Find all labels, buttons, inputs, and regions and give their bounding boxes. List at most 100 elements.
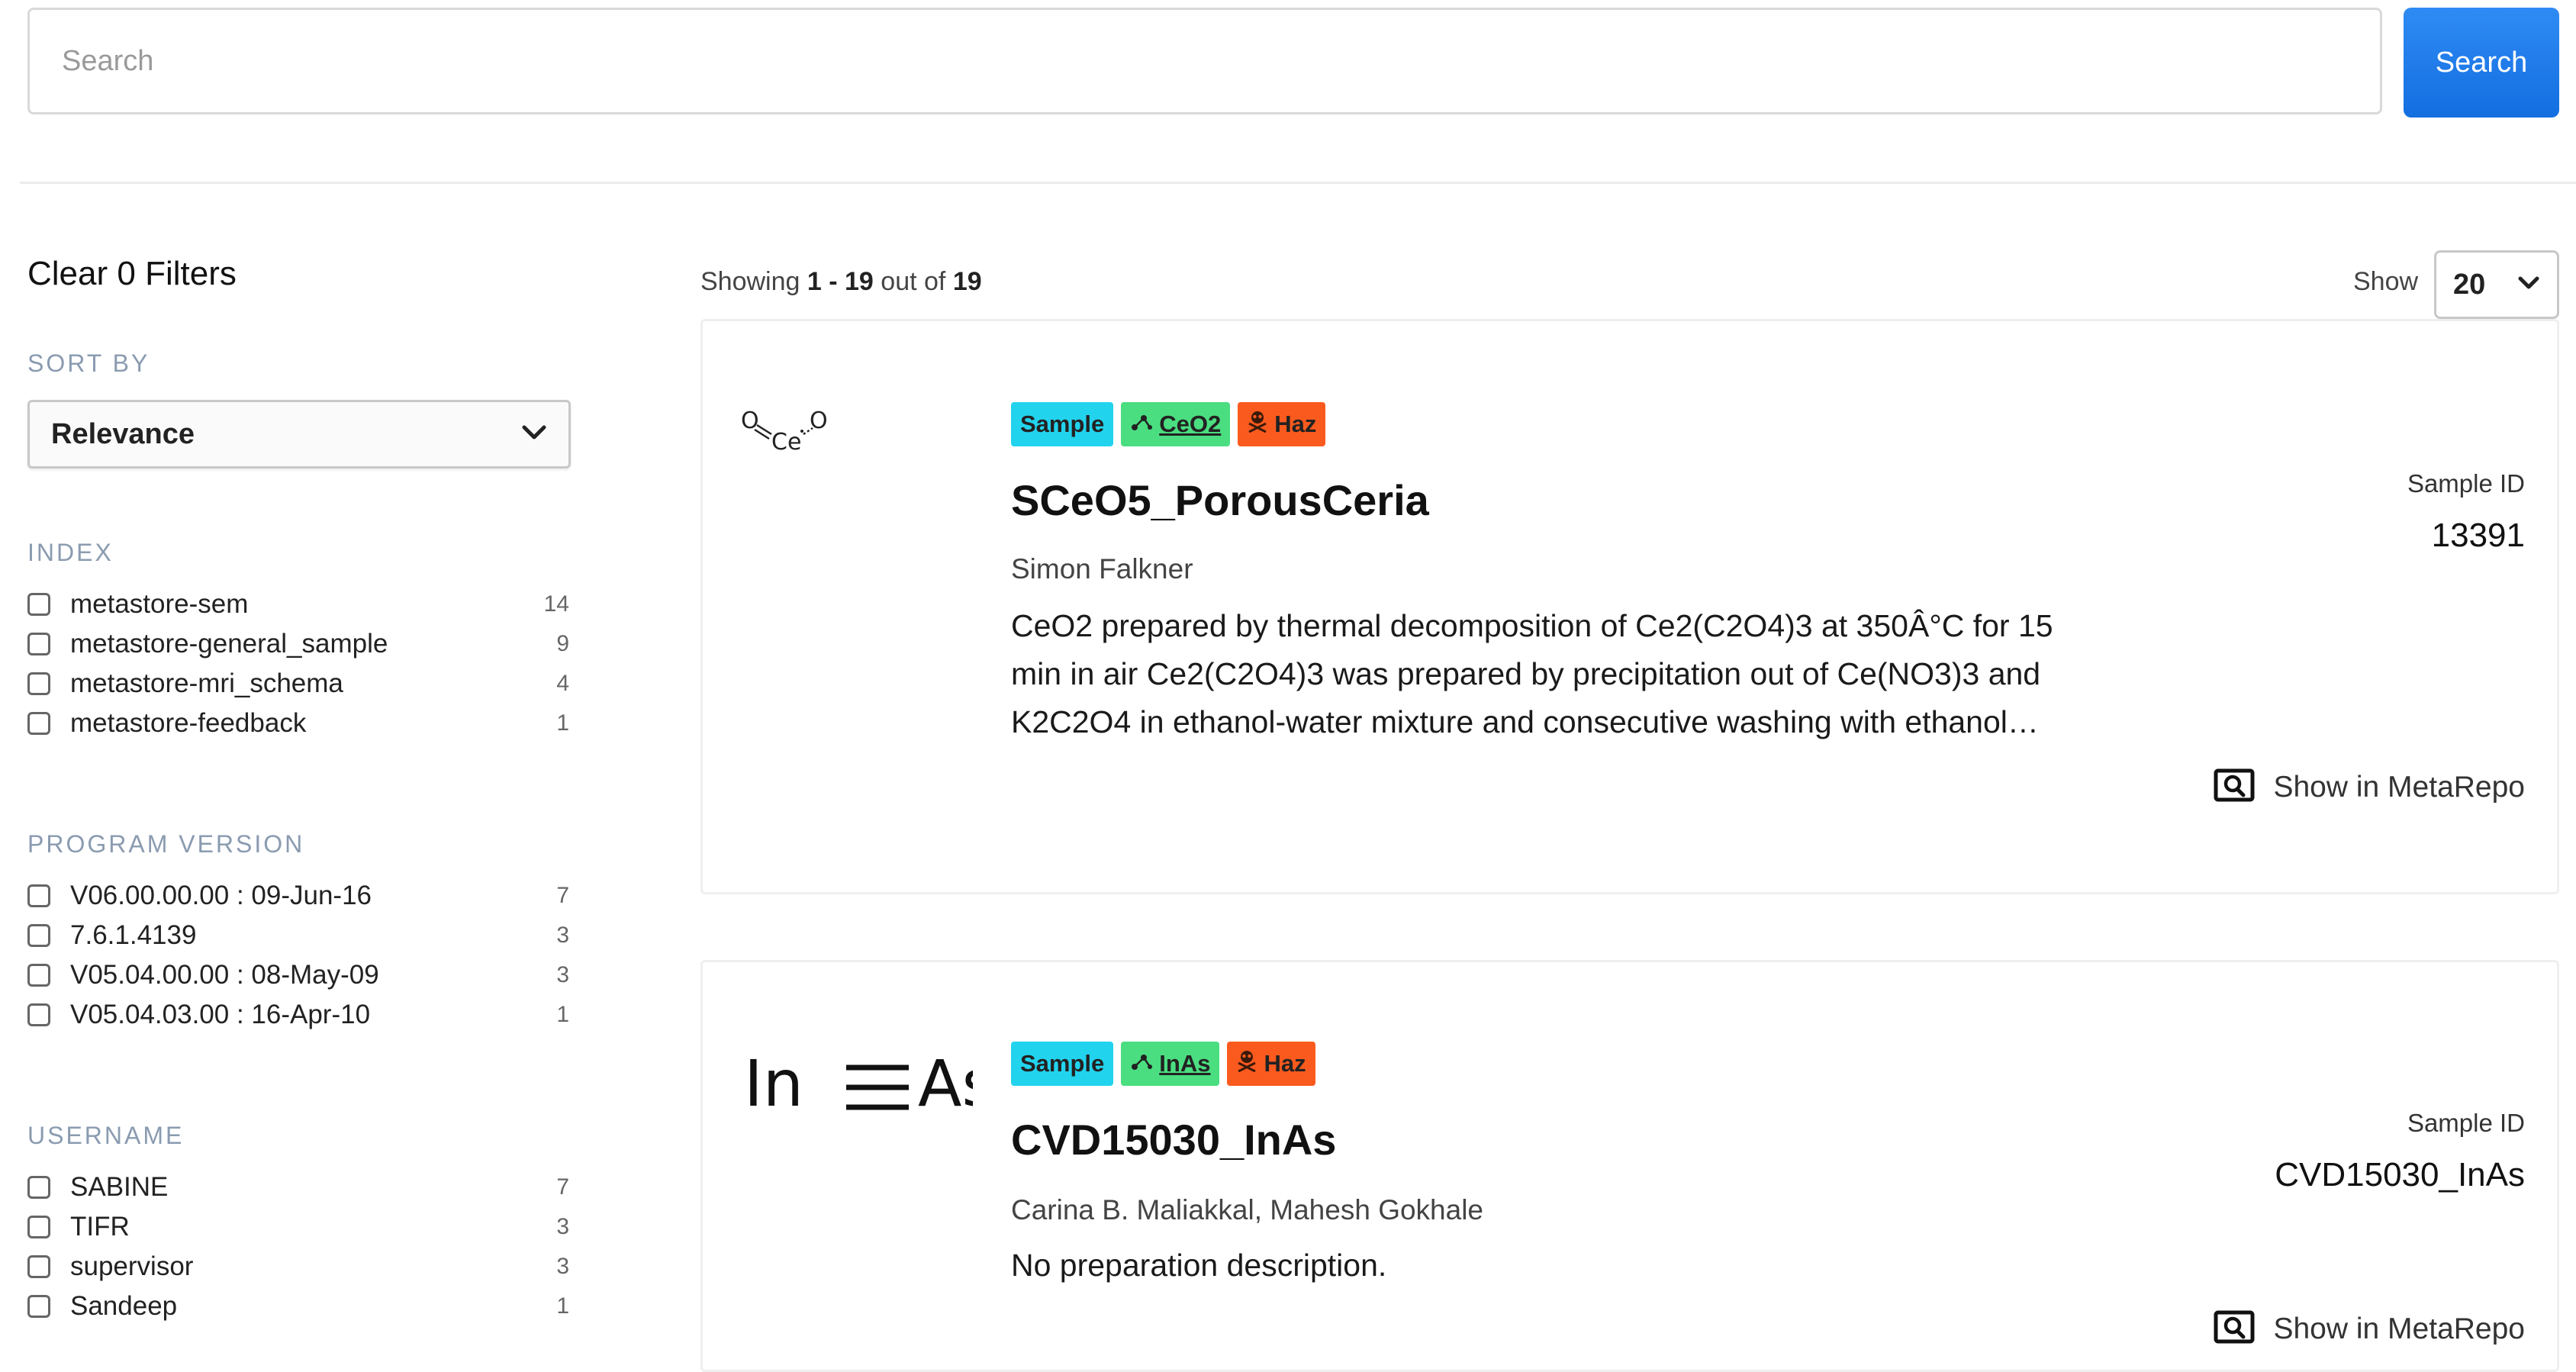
username-facet-list: SABINE 7 TIFR 3 supervisor 3 Sandeep 1: [27, 1167, 571, 1326]
facet-option-count: 3: [556, 1254, 569, 1279]
showing-prefix: Showing: [700, 267, 800, 296]
inas-structure-diagram: In As: [744, 1046, 995, 1126]
facet-option-label: TIFR: [70, 1212, 130, 1242]
facet-option[interactable]: SABINE 7: [27, 1167, 571, 1207]
show-in-metarepo-label: Show in MetaRepo: [2273, 1312, 2525, 1345]
page-size-value: 20: [2453, 268, 2486, 301]
hazard-badge: Haz: [1238, 402, 1326, 446]
program-version-facet-heading: PROGRAM VERSION: [27, 830, 305, 858]
facet-checkbox[interactable]: [27, 1216, 50, 1238]
page-size-label: Show: [2353, 267, 2419, 296]
facet-option[interactable]: metastore-mri_schema 4: [27, 664, 571, 704]
search-bar: Search: [27, 8, 2559, 119]
facet-option-count: 14: [543, 591, 569, 617]
sample-id-value: CVD15030_InAs: [2275, 1156, 2525, 1193]
badge-label: Sample: [1020, 411, 1105, 437]
facet-option-label: V05.04.00.00 : 08-May-09: [70, 960, 379, 990]
sort-selected-value: Relevance: [51, 417, 195, 450]
facet-checkbox[interactable]: [27, 1003, 50, 1026]
results-total: 19: [952, 267, 982, 296]
facet-option[interactable]: TIFR 3: [27, 1207, 571, 1247]
facet-checkbox[interactable]: [27, 633, 50, 655]
sort-by-heading: SORT BY: [27, 349, 150, 377]
out-of-text: out of: [881, 267, 946, 296]
molecule-icon: [1130, 411, 1153, 438]
chevron-down-icon: [521, 424, 547, 445]
facet-option-label: V05.04.03.00 : 16-Apr-10: [70, 1000, 371, 1029]
magnifier-screen-icon: [2214, 768, 2255, 806]
facet-option-count: 1: [556, 1293, 569, 1319]
sample-id-label: Sample ID: [2407, 1109, 2525, 1137]
facet-option-label: SABINE: [70, 1172, 169, 1202]
facet-option-count: 3: [556, 1214, 569, 1239]
chevron-down-icon: [2517, 275, 2540, 295]
facet-option-label: supervisor: [70, 1251, 194, 1281]
facet-option-count: 9: [556, 631, 569, 656]
result-title[interactable]: CVD15030_InAs: [1011, 1115, 1336, 1164]
index-facet-heading: INDEX: [27, 539, 114, 566]
facet-option-count: 4: [556, 671, 569, 696]
index-facet-list: metastore-sem 14 metastore-general_sample…: [27, 585, 571, 743]
result-authors: Carina B. Maliakkal, Mahesh Gokhale: [1011, 1194, 1484, 1225]
facet-option[interactable]: Sandeep 1: [27, 1287, 571, 1326]
sample-type-badge: Sample: [1011, 1042, 1114, 1086]
molecule-badge[interactable]: CeO2: [1121, 402, 1231, 446]
structure-atom-ce: Ce: [771, 429, 801, 456]
badge-label: Haz: [1274, 411, 1317, 437]
facet-option-label: metastore-feedback: [70, 708, 307, 738]
sample-id-label: Sample ID: [2407, 469, 2525, 498]
badge-label: CeO2: [1159, 411, 1222, 437]
structure-atom-as: As: [918, 1046, 973, 1121]
facet-checkbox[interactable]: [27, 964, 50, 987]
show-in-metarepo-link[interactable]: Show in MetaRepo: [2214, 1310, 2525, 1348]
badge-label: Haz: [1264, 1050, 1306, 1077]
page-size-select[interactable]: 20: [2434, 250, 2559, 319]
facet-option-label: V06.00.00.00 : 09-Jun-16: [70, 881, 372, 910]
sort-select[interactable]: Relevance: [27, 400, 571, 469]
username-facet-heading: USERNAME: [27, 1122, 185, 1149]
facet-option-count: 1: [556, 1002, 569, 1027]
facet-option[interactable]: metastore-feedback 1: [27, 704, 571, 743]
facet-checkbox[interactable]: [27, 712, 50, 735]
facet-option-count: 7: [556, 883, 569, 908]
result-description: No preparation description.: [1011, 1248, 1387, 1283]
molecule-badge[interactable]: InAs: [1121, 1042, 1220, 1086]
facet-option-count: 3: [556, 923, 569, 948]
facet-option[interactable]: V05.04.03.00 : 16-Apr-10 1: [27, 995, 571, 1035]
skull-crossbones-icon: [1247, 410, 1268, 439]
facet-option[interactable]: supervisor 3: [27, 1247, 571, 1287]
facet-option-count: 3: [556, 962, 569, 987]
program-version-facet-list: V06.00.00.00 : 09-Jun-16 7 7.6.1.4139 3 V0…: [27, 876, 571, 1035]
result-title[interactable]: SCeO5_PorousCeria: [1011, 475, 1429, 525]
badge-label: Sample: [1020, 1050, 1105, 1077]
facet-checkbox[interactable]: [27, 1176, 50, 1199]
facet-checkbox[interactable]: [27, 1295, 50, 1318]
show-in-metarepo-label: Show in MetaRepo: [2273, 770, 2525, 804]
search-button[interactable]: Search: [2404, 8, 2559, 118]
facet-checkbox[interactable]: [27, 1255, 50, 1278]
search-input[interactable]: [27, 8, 2382, 114]
facet-option[interactable]: 7.6.1.4139 3: [27, 916, 571, 955]
structure-atom-in: In: [744, 1046, 803, 1121]
facet-option-label: metastore-general_sample: [70, 629, 388, 659]
facet-checkbox[interactable]: [27, 593, 50, 616]
facet-option[interactable]: V05.04.00.00 : 08-May-09 3: [27, 955, 571, 995]
ceo2-structure-diagram: O Ce O: [738, 401, 837, 465]
results-count-summary: Showing 1 - 19 out of 19: [700, 267, 982, 297]
clear-filters-link[interactable]: Clear 0 Filters: [27, 255, 237, 293]
badge-label: InAs: [1159, 1050, 1211, 1077]
facet-option[interactable]: V06.00.00.00 : 09-Jun-16 7: [27, 876, 571, 916]
header-divider: [20, 182, 2576, 184]
show-in-metarepo-link[interactable]: Show in MetaRepo: [2214, 768, 2525, 806]
result-card: O Ce O Sample CeO2 Haz SCeO5_PorousCeria…: [700, 319, 2559, 894]
facet-option-label: metastore-mri_schema: [70, 668, 343, 698]
result-badges: Sample CeO2 Haz: [1011, 402, 1326, 446]
result-card: In As Sample InAs Haz CVD15030_InAs Cari…: [700, 960, 2559, 1372]
hazard-badge: Haz: [1227, 1042, 1315, 1086]
facet-checkbox[interactable]: [27, 672, 50, 695]
facet-option-count: 1: [556, 710, 569, 736]
facet-checkbox[interactable]: [27, 884, 50, 907]
facet-option[interactable]: metastore-general_sample 9: [27, 624, 571, 664]
facet-option[interactable]: metastore-sem 14: [27, 585, 571, 624]
facet-checkbox[interactable]: [27, 924, 50, 947]
